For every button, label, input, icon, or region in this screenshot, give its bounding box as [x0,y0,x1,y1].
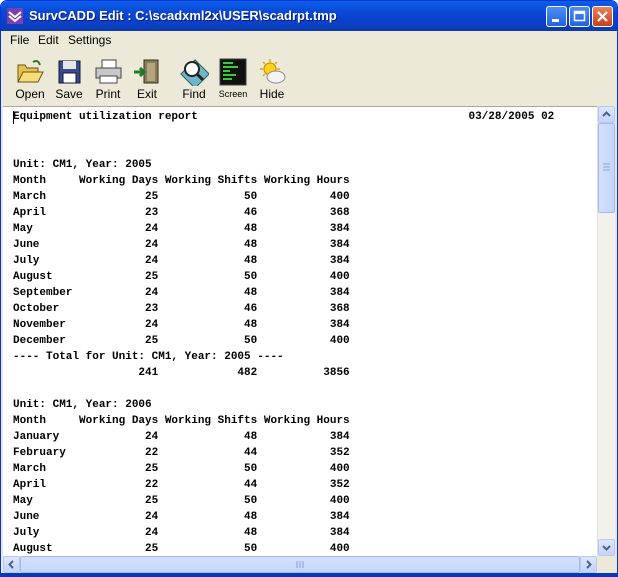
horizontal-scroll-thumb[interactable] [20,556,580,573]
screen-label: Screen [218,89,248,99]
grip-icon [603,163,610,171]
maximize-button[interactable] [569,6,590,27]
app-window: SurvCADD Edit : C:\scadxml2x\USER\scadrp… [0,0,618,577]
chevron-up-icon [602,111,611,117]
maximize-icon [573,10,586,22]
open-button[interactable]: Open [10,58,50,104]
report-text-area[interactable]: Equipment utilization report 03/28/2005 … [3,106,597,557]
magnifier-icon [180,59,209,86]
minimize-button[interactable] [546,6,567,27]
title-bar[interactable]: SurvCADD Edit : C:\scadxml2x\USER\scadrp… [1,1,617,31]
menu-settings[interactable]: Settings [68,33,111,47]
chevron-right-icon [586,560,592,569]
open-label: Open [15,87,45,101]
window-bottom-border [1,573,617,576]
print-button[interactable]: Print [88,58,128,104]
exit-button[interactable]: Exit [127,58,167,104]
open-folder-icon [17,60,44,83]
close-icon [597,11,608,22]
grip-icon [296,561,304,568]
screen-button[interactable]: Screen [213,58,253,104]
menu-edit[interactable]: Edit [38,33,59,47]
print-label: Print [95,87,121,101]
vertical-scroll-thumb[interactable] [598,123,615,213]
vertical-scrollbar[interactable] [597,106,615,556]
minimize-icon [552,19,559,22]
exit-label: Exit [136,87,157,101]
scroll-down-button[interactable] [598,539,615,556]
save-label: Save [55,87,83,101]
horizontal-scrollbar[interactable] [3,556,597,573]
chevron-left-icon [8,560,14,569]
size-grip[interactable] [597,556,614,573]
scroll-left-button[interactable] [3,556,20,573]
exit-door-icon [134,59,159,84]
toolbar: Open Save Print Exit Find Screen Hide [1,50,617,106]
text-cursor [13,111,14,124]
survcadd-app-icon[interactable] [7,8,23,24]
chevron-down-icon [602,545,611,551]
window-title: SurvCADD Edit : C:\scadxml2x\USER\scadrp… [29,8,337,23]
report-text: Equipment utilization report 03/28/2005 … [13,111,555,555]
scroll-up-button[interactable] [598,106,615,123]
screen-terminal-icon [219,58,247,86]
hide-label: Hide [259,87,285,101]
find-label: Find [182,87,206,101]
find-button[interactable]: Find [174,58,214,104]
scroll-right-button[interactable] [580,556,597,573]
close-button[interactable] [592,6,613,27]
menu-bar: File Edit Settings [1,31,617,50]
printer-icon [95,59,122,84]
menu-file[interactable]: File [10,33,29,47]
floppy-disk-icon [58,60,81,84]
save-button[interactable]: Save [49,58,89,104]
hide-button[interactable]: Hide [252,58,292,104]
sun-cloud-icon [260,59,286,84]
